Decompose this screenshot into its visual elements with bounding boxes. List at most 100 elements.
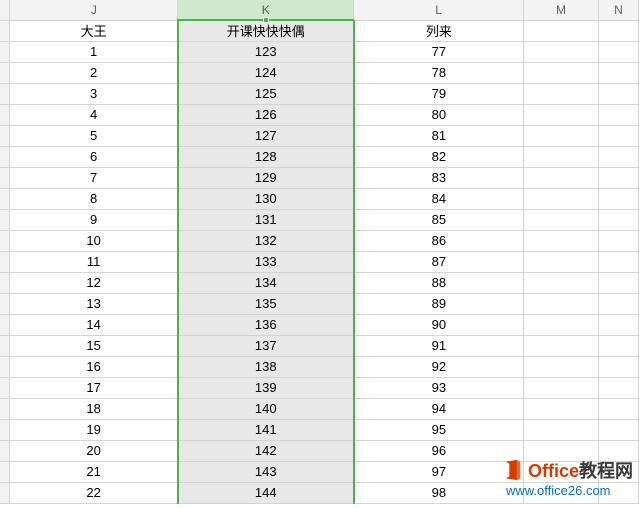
cell-selected[interactable]: 139 [178,377,354,398]
cell-selected[interactable]: 140 [178,398,354,419]
cell[interactable] [524,188,599,209]
cell[interactable] [598,314,638,335]
cell[interactable]: 82 [354,146,524,167]
cell[interactable]: 90 [354,314,524,335]
cell[interactable] [524,146,599,167]
cell-selected[interactable]: 130 [178,188,354,209]
cell-selected[interactable]: 137 [178,335,354,356]
cell[interactable] [524,209,599,230]
cell[interactable]: 92 [354,356,524,377]
cell[interactable]: 21 [10,461,178,482]
row-header[interactable] [0,272,10,293]
cell[interactable] [524,419,599,440]
cell[interactable]: 95 [354,419,524,440]
cell[interactable] [598,419,638,440]
cell[interactable] [524,125,599,146]
cell[interactable]: 4 [10,104,178,125]
cell[interactable] [598,377,638,398]
cell[interactable] [524,356,599,377]
cell[interactable]: 97 [354,461,524,482]
cell-selected[interactable]: 124 [178,62,354,83]
cell[interactable] [524,251,599,272]
row-header[interactable] [0,20,10,41]
cell[interactable]: 大王 [10,20,178,41]
cell[interactable]: 8 [10,188,178,209]
cell[interactable]: 94 [354,398,524,419]
row-header[interactable] [0,293,10,314]
cell[interactable] [524,482,599,503]
selection-handle-icon[interactable] [263,17,269,23]
cell-selected[interactable]: 125 [178,83,354,104]
cell[interactable] [524,398,599,419]
row-header[interactable] [0,356,10,377]
spreadsheet-grid[interactable]: J K L M N 大王 开课快快快偶 列来 11237721247831257… [0,0,639,504]
cell-selected[interactable]: 141 [178,419,354,440]
cell[interactable]: 13 [10,293,178,314]
cell[interactable] [524,377,599,398]
cell-selected[interactable]: 129 [178,167,354,188]
cell-selected[interactable]: 128 [178,146,354,167]
cell[interactable]: 11 [10,251,178,272]
cell[interactable] [598,125,638,146]
cell-selected[interactable]: 126 [178,104,354,125]
cell[interactable] [598,146,638,167]
row-header[interactable] [0,167,10,188]
cell[interactable] [598,440,638,461]
cell[interactable]: 77 [354,41,524,62]
cell[interactable]: 19 [10,419,178,440]
row-header[interactable] [0,335,10,356]
cell-selected[interactable]: 143 [178,461,354,482]
cell[interactable]: 15 [10,335,178,356]
row-header[interactable] [0,209,10,230]
cell-selected[interactable]: 127 [178,125,354,146]
row-header[interactable] [0,62,10,83]
cell[interactable] [598,209,638,230]
row-header[interactable] [0,104,10,125]
cell[interactable]: 5 [10,125,178,146]
cell-selected[interactable]: 123 [178,41,354,62]
cell[interactable]: 85 [354,209,524,230]
cell[interactable]: 89 [354,293,524,314]
cell[interactable]: 17 [10,377,178,398]
cell[interactable]: 88 [354,272,524,293]
cell[interactable] [598,251,638,272]
cell[interactable] [598,461,638,482]
cell[interactable] [524,230,599,251]
cell[interactable]: 91 [354,335,524,356]
cell[interactable] [524,440,599,461]
cell[interactable] [524,41,599,62]
col-header-j[interactable]: J [10,0,178,20]
cell[interactable] [524,293,599,314]
row-header[interactable] [0,41,10,62]
cell[interactable]: 列来 [354,20,524,41]
cell[interactable] [598,83,638,104]
cell[interactable] [524,20,599,41]
cell[interactable]: 10 [10,230,178,251]
row-header[interactable] [0,314,10,335]
row-header[interactable] [0,398,10,419]
cell[interactable]: 2 [10,62,178,83]
row-header[interactable] [0,146,10,167]
cell[interactable] [598,272,638,293]
col-header-n[interactable]: N [598,0,638,20]
cell-selected[interactable]: 131 [178,209,354,230]
cell[interactable]: 81 [354,125,524,146]
cell[interactable] [524,167,599,188]
cell[interactable] [598,20,638,41]
cell-selected[interactable]: 133 [178,251,354,272]
cell[interactable] [524,314,599,335]
cell[interactable] [524,104,599,125]
row-header[interactable] [0,251,10,272]
cell[interactable]: 9 [10,209,178,230]
cell[interactable] [524,83,599,104]
cell[interactable]: 80 [354,104,524,125]
cell-selected[interactable]: 135 [178,293,354,314]
cell[interactable] [598,188,638,209]
row-header[interactable] [0,440,10,461]
cell[interactable] [598,356,638,377]
cell[interactable]: 87 [354,251,524,272]
row-header[interactable] [0,188,10,209]
cell-selected[interactable]: 134 [178,272,354,293]
cell[interactable] [598,293,638,314]
cell[interactable]: 7 [10,167,178,188]
